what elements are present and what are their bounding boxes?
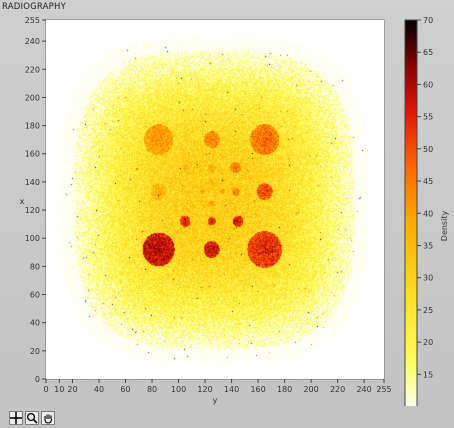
x-tick-label: 80 <box>147 385 157 394</box>
pan-tool-button[interactable] <box>41 411 55 425</box>
x-tick-label: 220 <box>330 385 345 394</box>
colorbar-tick-label: 20 <box>423 338 433 347</box>
intensity-graph: 0 10 20 40 60 80 100 120 140 160 180 200 220 240 255 0… <box>0 14 454 406</box>
x-tick-label: 200 <box>303 385 318 394</box>
x-tick-label: 100 <box>171 385 186 394</box>
y-tick-label: 100 <box>25 234 40 243</box>
graph-title: RADIOGRAPHY <box>2 2 66 12</box>
y-tick-label: 180 <box>25 122 40 131</box>
pan-hand-icon <box>44 414 53 424</box>
colorbar-tick-label: 15 <box>423 370 433 379</box>
heatmap-canvas[interactable] <box>46 20 384 379</box>
x-tick-label: 140 <box>224 385 239 394</box>
y-tick-label: 0 <box>35 375 40 384</box>
x-tick-label: 120 <box>197 385 212 394</box>
x-tick-label: 240 <box>356 385 371 394</box>
x-axis: 0 10 20 40 60 80 100 120 140 160 180 200 220 240 255 <box>43 379 392 394</box>
y-tick-label: 140 <box>25 178 40 187</box>
y-tick-label: 220 <box>25 65 40 74</box>
x-tick-label: 10 <box>54 385 64 394</box>
x-tick-label: 40 <box>94 385 104 394</box>
x-tick-label: 60 <box>120 385 130 394</box>
colorbar <box>404 19 418 406</box>
y-axis-label: x <box>20 197 25 206</box>
x-axis-label: y <box>213 396 218 405</box>
colorbar-ticks: 9152025303540455055606570 <box>417 16 433 379</box>
cursor-tool-button[interactable] <box>9 411 23 425</box>
x-tick-label: 255 <box>376 385 391 394</box>
y-axis: 0 20 40 60 80 100 120 140 160 180 200 220 240 255 <box>25 16 46 384</box>
colorbar-tick-label: 70 <box>423 16 433 25</box>
x-tick-label: 180 <box>277 385 292 394</box>
zoom-tool-button[interactable] <box>25 411 39 425</box>
y-tick-label: 240 <box>25 37 40 46</box>
y-tick-label: 120 <box>25 206 40 215</box>
y-tick-label: 80 <box>30 262 40 271</box>
colorbar-tick-label: 50 <box>423 145 433 154</box>
colorbar-tick-label: 40 <box>423 209 433 218</box>
colorbar-tick-label: 25 <box>423 306 433 315</box>
colorbar-tick-label: 30 <box>423 274 433 283</box>
colorbar-tick-label: 55 <box>423 113 433 122</box>
window: RADIOGRAPHY 0 10 20 40 60 80 100 120 140 160 180 20… <box>0 0 454 428</box>
colorbar-tick-label: 65 <box>423 48 433 57</box>
y-tick-label: 255 <box>25 16 40 25</box>
colorbar-label: Density <box>440 211 449 242</box>
crosshair-cursor-icon <box>10 412 22 424</box>
x-tick-label: 160 <box>250 385 265 394</box>
y-tick-label: 160 <box>25 150 40 159</box>
x-tick-label: 0 <box>43 385 48 394</box>
colorbar-tick-label: 45 <box>423 177 433 186</box>
y-tick-label: 200 <box>25 93 40 102</box>
colorbar-tick-label: 35 <box>423 241 433 250</box>
zoom-icon <box>26 412 38 424</box>
colorbar-tick-label: 60 <box>423 80 433 89</box>
y-tick-label: 20 <box>30 347 40 356</box>
y-tick-label: 60 <box>30 291 40 300</box>
y-tick-label: 40 <box>30 319 40 328</box>
heatmap-image[interactable] <box>46 20 384 379</box>
graph-palette <box>0 408 79 428</box>
x-tick-label: 20 <box>67 385 77 394</box>
